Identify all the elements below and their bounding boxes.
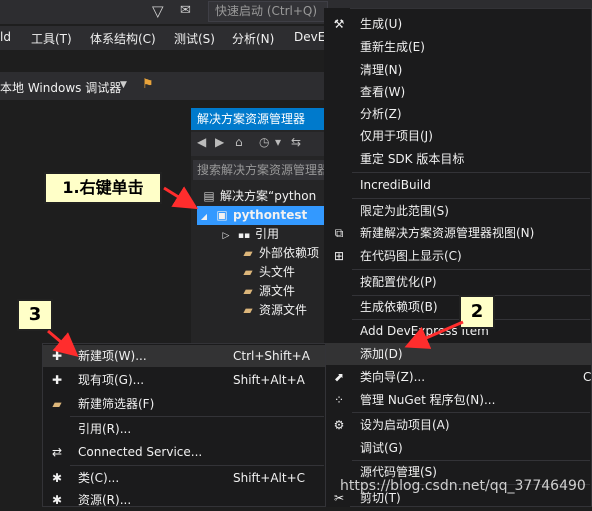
- arrow-step3: [47, 329, 79, 357]
- arrow-step1: [163, 186, 199, 210]
- watermark: https://blog.csdn.net/qq_37746490: [340, 478, 586, 494]
- arrow-step2: [404, 320, 464, 349]
- annotation-arrows: [47, 186, 464, 357]
